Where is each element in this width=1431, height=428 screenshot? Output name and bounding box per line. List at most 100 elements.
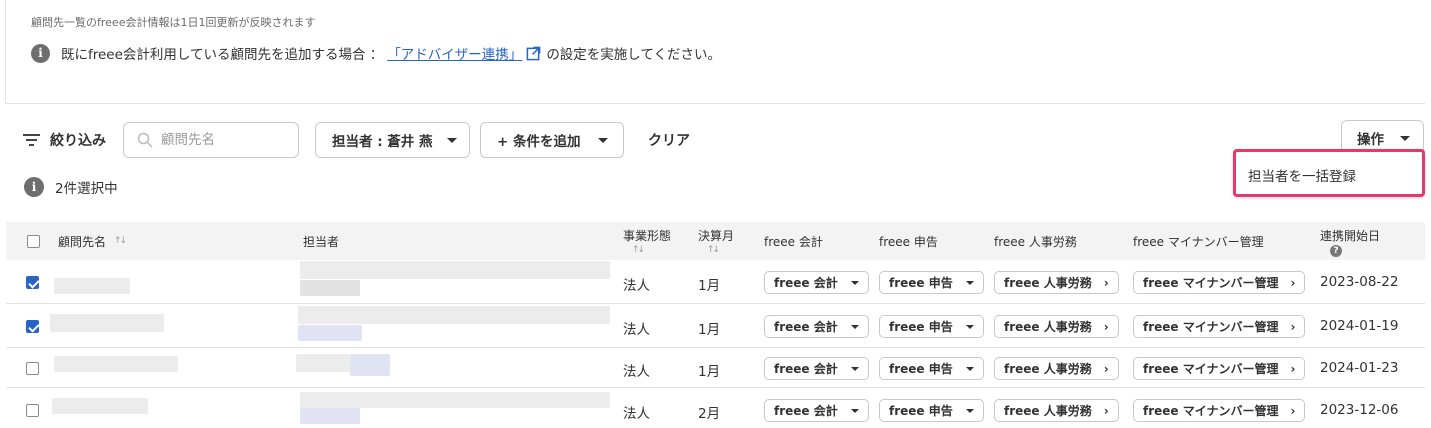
chevron-down-icon <box>850 408 859 413</box>
header-assignee: 担当者 <box>303 234 340 249</box>
row-checkbox[interactable] <box>26 276 39 289</box>
header-client-name[interactable]: 顧問先名 ↑↓ <box>58 222 127 260</box>
client-name-redacted <box>54 356 178 372</box>
chevron-right-icon: › <box>1290 361 1296 376</box>
chevron-down-icon <box>850 366 859 371</box>
info-icon: i <box>31 43 50 63</box>
assignee-redacted <box>350 354 390 376</box>
start-date: 2024-01-23 <box>1320 360 1399 376</box>
table-row[interactable]: 法人 1月 freee 会計 freee 申告 freee 人事労務 › free… <box>6 304 1425 348</box>
info-text-suffix: の設定を実施してください。 <box>546 47 722 63</box>
sort-icon[interactable]: ↑↓ <box>707 245 720 255</box>
fiscal-month: 1月 <box>698 364 721 380</box>
table-row[interactable]: 法人 2月 freee 会計 freee 申告 freee 人事労務 › free… <box>6 388 1425 428</box>
assignee-redacted <box>300 280 360 296</box>
selection-status: i 2件選択中 <box>24 177 118 197</box>
table-row[interactable]: 法人 1月 freee 会計 freee 申告 freee 人事労務 › free… <box>6 260 1425 304</box>
freee-accounting-dropdown[interactable]: freee 会計 <box>764 315 869 338</box>
select-all-checkbox[interactable] <box>27 235 40 248</box>
freee-mynumber-button[interactable]: freee マイナンバー管理 › <box>1133 271 1306 294</box>
freee-tax-dropdown[interactable]: freee 申告 <box>879 271 984 294</box>
search-icon <box>137 132 153 148</box>
freee-tax-dropdown[interactable]: freee 申告 <box>879 399 984 422</box>
business-type: 法人 <box>623 278 650 294</box>
operations-menu: 担当者を一括登録 <box>1233 149 1425 197</box>
chevron-down-icon <box>446 137 457 143</box>
row-checkbox[interactable] <box>26 404 39 417</box>
chevron-down-icon <box>850 280 859 285</box>
header-freee-accounting: freee 会計 <box>764 234 823 249</box>
row-checkbox[interactable] <box>26 320 39 333</box>
left-border <box>5 0 6 104</box>
chevron-down-icon <box>965 408 974 413</box>
external-link-icon[interactable] <box>526 46 541 61</box>
fiscal-month: 1月 <box>698 322 721 338</box>
chevron-right-icon: › <box>1103 275 1109 290</box>
selection-count: 2件選択中 <box>55 181 118 197</box>
business-type: 法人 <box>623 406 650 422</box>
chevron-right-icon: › <box>1290 275 1296 290</box>
freee-mynumber-button[interactable]: freee マイナンバー管理 › <box>1133 315 1306 338</box>
table-header: 顧問先名 ↑↓ 担当者 事業形態 ↑↓ 決算月 ↑↓ freee 会計 free… <box>6 222 1425 260</box>
filter-toggle[interactable]: 絞り込み <box>23 130 106 150</box>
header-business-type[interactable]: 事業形態 <box>623 222 671 248</box>
client-name-redacted <box>50 314 164 332</box>
bulk-assign-menu-item[interactable]: 担当者を一括登録 <box>1248 165 1356 185</box>
assignee-redacted <box>298 306 610 324</box>
freee-mynumber-button[interactable]: freee マイナンバー管理 › <box>1133 399 1306 422</box>
assignee-redacted <box>300 408 360 424</box>
freee-hr-button[interactable]: freee 人事労務 › <box>994 271 1119 294</box>
freee-mynumber-button[interactable]: freee マイナンバー管理 › <box>1133 357 1306 380</box>
row-checkbox[interactable] <box>26 362 39 375</box>
filter-label: 絞り込み <box>50 133 106 149</box>
search-input[interactable] <box>161 132 291 148</box>
assignee-redacted <box>296 354 350 372</box>
search-box[interactable] <box>123 122 299 158</box>
header-freee-hr: freee 人事労務 <box>994 234 1077 249</box>
freee-hr-button[interactable]: freee 人事労務 › <box>994 399 1119 422</box>
freee-accounting-dropdown[interactable]: freee 会計 <box>764 357 869 380</box>
freee-hr-button[interactable]: freee 人事労務 › <box>994 357 1119 380</box>
sort-icon[interactable]: ↑↓ <box>114 236 127 246</box>
header-start-date: 連携開始日 <box>1320 228 1381 243</box>
chevron-down-icon <box>598 137 608 143</box>
business-type: 法人 <box>623 322 650 338</box>
fiscal-month: 1月 <box>698 278 721 294</box>
chevron-right-icon: › <box>1103 319 1109 334</box>
filter-icon <box>23 134 40 146</box>
header-freee-tax: freee 申告 <box>879 234 938 249</box>
info-banner: i 既にfreee会計利用している顧問先を追加する場合 ： 「アドバイザー連携」… <box>31 42 721 64</box>
chevron-right-icon: › <box>1103 361 1109 376</box>
chevron-right-icon: › <box>1290 319 1296 334</box>
divider <box>5 103 1425 104</box>
start-date: 2024-01-19 <box>1320 318 1399 334</box>
chevron-right-icon: › <box>1290 403 1296 418</box>
sort-icon[interactable]: ↑↓ <box>632 245 645 255</box>
freee-hr-button[interactable]: freee 人事労務 › <box>994 315 1119 338</box>
freee-tax-dropdown[interactable]: freee 申告 <box>879 357 984 380</box>
fiscal-month: 2月 <box>698 406 721 422</box>
start-date: 2023-08-22 <box>1320 274 1399 290</box>
info-icon: i <box>24 177 44 197</box>
chevron-down-icon <box>965 324 974 329</box>
add-condition-button[interactable]: + 条件を追加 <box>480 122 624 158</box>
assignee-redacted <box>298 325 362 341</box>
assignee-filter-label: 担当者 : 蒼井 燕 <box>332 134 433 150</box>
table-row[interactable]: 法人 1月 freee 会計 freee 申告 freee 人事労務 › free… <box>6 348 1425 388</box>
freee-accounting-dropdown[interactable]: freee 会計 <box>764 271 869 294</box>
chevron-right-icon: › <box>1103 403 1109 418</box>
assignee-redacted <box>300 392 610 408</box>
operations-label: 操作 <box>1357 132 1384 148</box>
add-condition-label: + 条件を追加 <box>497 134 581 150</box>
clear-button[interactable]: クリア <box>648 130 690 150</box>
header-freee-mynumber: freee マイナンバー管理 <box>1133 234 1264 249</box>
assignee-filter-button[interactable]: 担当者 : 蒼井 燕 <box>315 122 470 158</box>
help-icon[interactable]: ? <box>1330 245 1342 257</box>
update-note: 顧問先一覧のfreee会計情報は1日1回更新が反映されます <box>31 16 316 29</box>
freee-tax-dropdown[interactable]: freee 申告 <box>879 315 984 338</box>
advisor-link[interactable]: 「アドバイザー連携」 <box>387 43 522 63</box>
start-date: 2023-12-06 <box>1320 402 1399 418</box>
chevron-down-icon <box>965 366 974 371</box>
chevron-down-icon <box>850 324 859 329</box>
freee-accounting-dropdown[interactable]: freee 会計 <box>764 399 869 422</box>
